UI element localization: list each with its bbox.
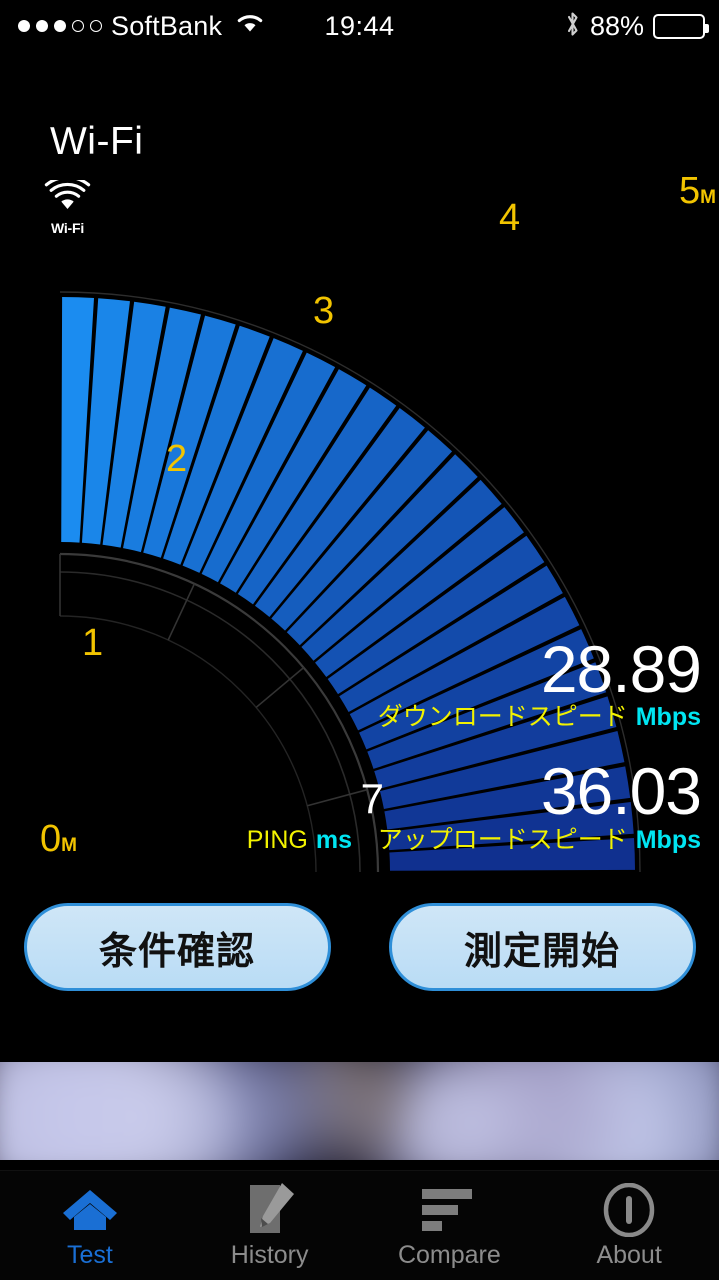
battery-percentage: 88% (589, 10, 644, 41)
tab-label-compare: Compare (397, 1241, 501, 1269)
info-circle-icon (602, 1183, 656, 1237)
tab-about[interactable]: About (539, 1171, 719, 1280)
battery-icon (653, 13, 709, 39)
gauge-svg (59, 291, 641, 873)
gauge-tick-4: 4 (499, 197, 521, 239)
tab-history[interactable]: History (180, 1171, 360, 1280)
note-pencil-icon (244, 1183, 296, 1237)
app-screen: SoftBank 19:44 88% Wi-Fi Wi-Fi 0M 1 2 3 … (0, 0, 719, 1280)
gauge-tick-2: 2 (166, 438, 188, 480)
tab-test[interactable]: Test (0, 1171, 180, 1280)
tab-label-test: Test (66, 1241, 113, 1269)
ad-banner-image (0, 1052, 719, 1170)
gauge-tick-3: 3 (313, 290, 335, 332)
ad-banner[interactable] (0, 1052, 719, 1170)
tab-label-history: History (230, 1241, 309, 1269)
status-bar: SoftBank 19:44 88% (0, 0, 719, 52)
bottom-tab-bar: Test History Compare About (0, 1170, 719, 1280)
bluetooth-icon (564, 10, 581, 43)
action-button-row: 条件確認 測定開始 (0, 903, 719, 995)
tab-label-about: About (596, 1241, 662, 1269)
bar-chart-icon (420, 1183, 478, 1237)
speed-gauge: 0M 1 2 3 4 5M (0, 52, 719, 882)
gauge-inner-tick (167, 583, 196, 641)
tab-compare[interactable]: Compare (360, 1171, 540, 1280)
gauge-inner-tick (307, 788, 368, 807)
gauge-fill-segments (61, 297, 635, 871)
status-bar-right: 88% (564, 10, 709, 43)
gauge-tick-1: 1 (82, 622, 104, 664)
check-conditions-button[interactable]: 条件確認 (23, 903, 331, 991)
home-icon (61, 1183, 119, 1237)
start-test-button[interactable]: 測定開始 (388, 903, 696, 991)
gauge-tick-0: 0M (40, 818, 77, 860)
gauge-tick-5: 5M (679, 170, 716, 212)
